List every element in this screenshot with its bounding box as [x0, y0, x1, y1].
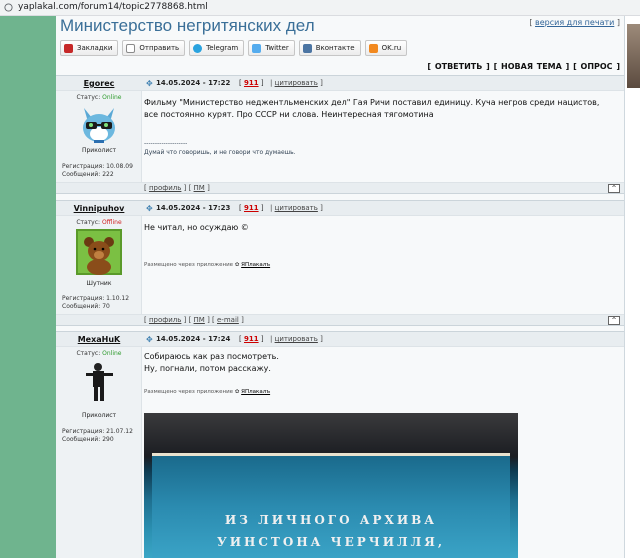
poll-button[interactable]: ОПРОС [581, 62, 613, 71]
bookmark-icon [64, 43, 73, 53]
post-rating[interactable]: [ 911 ] [239, 335, 264, 343]
image-caption: ИЗ ЛИЧНОГО АРХИВА [224, 513, 438, 527]
registration-date: Регистрация: 21.07.12 [62, 428, 133, 435]
twitter-button[interactable]: Twitter [248, 40, 295, 56]
status-line: Статус: Online [76, 350, 122, 357]
user-rank: Приколист [81, 147, 117, 154]
author-name[interactable]: Egorec [56, 79, 142, 88]
post-anchor-icon[interactable]: ✥ [146, 204, 153, 213]
posted-via: Размещено через приложение ✿ ЯПлакалъ [144, 389, 271, 395]
post-text: Не читал, но осуждаю © [144, 223, 249, 232]
twitter-icon [252, 43, 262, 53]
status-line: Статус: Offline [76, 219, 122, 226]
author-panel: Статус: Online Приколист Регистрация: 10… [56, 91, 142, 185]
quote-link[interactable]: | цитировать ] [270, 79, 323, 87]
avatar[interactable] [78, 104, 120, 144]
new-topic-button[interactable]: НОВАЯ ТЕМА [501, 62, 562, 71]
post-links: [ профиль ] [ ПМ ] [144, 184, 210, 192]
profile-link[interactable]: профиль [149, 316, 181, 324]
message-count: Сообщений: 290 [62, 436, 114, 443]
post-text-line: Ну, погнали, потом расскажу. [144, 364, 271, 373]
send-button[interactable]: Отправить [122, 40, 186, 56]
post-text: Фильму "Министерство неджентльменских де… [144, 98, 600, 119]
page-title: Министерство негритянских дел [60, 16, 315, 35]
post-date: 14.05.2024 - 17:24 [156, 335, 231, 343]
avatar[interactable] [76, 229, 122, 275]
post: Vinnipuhov ✥ 14.05.2024 - 17:23 [ 911 ] … [56, 200, 624, 328]
post-rating[interactable]: [ 911 ] [239, 79, 264, 87]
bookmarks-button[interactable]: Закладки [60, 40, 119, 56]
post: Egorec ✥ 14.05.2024 - 17:22 [ 911 ] | ци… [56, 75, 624, 197]
mail-icon [126, 43, 136, 53]
post-header: MexaHuK ✥ 14.05.2024 - 17:24 [ 911 ] | ц… [56, 331, 624, 347]
telegram-icon [193, 43, 203, 53]
scroll-top-icon[interactable]: ^ [608, 316, 620, 325]
post-date: 14.05.2024 - 17:23 [156, 204, 231, 212]
app-link[interactable]: ЯПлакалъ [241, 389, 270, 395]
author-panel: Статус: Online Приколист Регистрация: 21… [56, 347, 142, 558]
author-panel: Статус: Offline Шутник Регистрация: 1.10… [56, 216, 142, 316]
pm-link[interactable]: ПМ [194, 184, 205, 192]
reply-button[interactable]: ОТВЕТИТЬ [435, 62, 483, 71]
post-header: Vinnipuhov ✥ 14.05.2024 - 17:23 [ 911 ] … [56, 200, 624, 216]
quote-link[interactable]: | цитировать ] [270, 335, 323, 343]
registration-date: Регистрация: 1.10.12 [62, 295, 130, 302]
status-badge: Online [102, 350, 122, 357]
quote-link[interactable]: | цитировать ] [270, 204, 323, 212]
status-badge: Offline [101, 219, 122, 226]
print-version-link[interactable]: [ версия для печати ] [529, 18, 620, 27]
post-footer: [ профиль ] [ ПМ ] [ e-mail ] ^ [56, 314, 624, 326]
url-text[interactable]: yaplakal.com/forum14/topic2778868.html [18, 2, 208, 12]
post-header: Egorec ✥ 14.05.2024 - 17:22 [ 911 ] | ци… [56, 75, 624, 91]
author-name[interactable]: MexaHuK [56, 335, 142, 344]
post-image[interactable]: ИЗ ЛИЧНОГО АРХИВА УИНСТОНА ЧЕРЧИЛЛЯ, [144, 413, 518, 558]
address-bar[interactable]: yaplakal.com/forum14/topic2778868.html [0, 0, 640, 16]
message-count: Сообщений: 70 [62, 303, 110, 310]
post-anchor-icon[interactable]: ✥ [146, 335, 153, 344]
ok-icon [368, 43, 378, 53]
author-name[interactable]: Vinnipuhov [56, 204, 142, 213]
profile-link[interactable]: профиль [149, 184, 181, 192]
message-count: Сообщений: 222 [62, 171, 114, 178]
signature-separator: -------------------- [144, 140, 188, 147]
post-date: 14.05.2024 - 17:22 [156, 79, 231, 87]
scroll-top-icon[interactable]: ^ [608, 184, 620, 193]
vk-icon [302, 43, 312, 53]
right-sidebar [624, 16, 640, 558]
signature: Думай что говоришь, и не говори что дума… [144, 149, 296, 156]
status-badge: Online [102, 94, 122, 101]
ok-button[interactable]: OK.ru [364, 40, 408, 56]
site-info-icon[interactable] [4, 3, 13, 12]
user-rank: Приколист [81, 412, 117, 419]
left-background [0, 16, 56, 558]
image-caption: УИНСТОНА ЧЕРЧИЛЛЯ, [216, 535, 446, 549]
vk-button[interactable]: Вконтакте [298, 40, 361, 56]
post-rating[interactable]: [ 911 ] [239, 204, 264, 212]
share-bar: Закладки Отправить Telegram Twitter Вкон… [60, 40, 408, 56]
registration-date: Регистрация: 10.08.09 [62, 163, 133, 170]
sidebar-image[interactable] [627, 24, 640, 88]
posted-via: Размещено через приложение ✿ ЯПлакалъ [144, 262, 271, 268]
app-link[interactable]: ЯПлакалъ [241, 262, 270, 268]
topic-page: Министерство негритянских дел [ версия д… [56, 16, 624, 558]
pm-link[interactable]: ПМ [194, 316, 205, 324]
post-anchor-icon[interactable]: ✥ [146, 79, 153, 88]
user-rank: Шутник [86, 280, 112, 287]
status-line: Статус: Online [76, 94, 122, 101]
topic-actions: [ ОТВЕТИТЬ ] [ НОВАЯ ТЕМА ] [ ОПРОС ] [427, 62, 620, 71]
post-text-line: Собираюсь как раз посмотреть. [144, 352, 279, 361]
avatar[interactable] [82, 360, 116, 404]
post-links: [ профиль ] [ ПМ ] [ e-mail ] [144, 316, 244, 324]
email-link[interactable]: e-mail [217, 316, 239, 324]
telegram-button[interactable]: Telegram [189, 40, 245, 56]
post-footer: [ профиль ] [ ПМ ] ^ [56, 182, 624, 194]
